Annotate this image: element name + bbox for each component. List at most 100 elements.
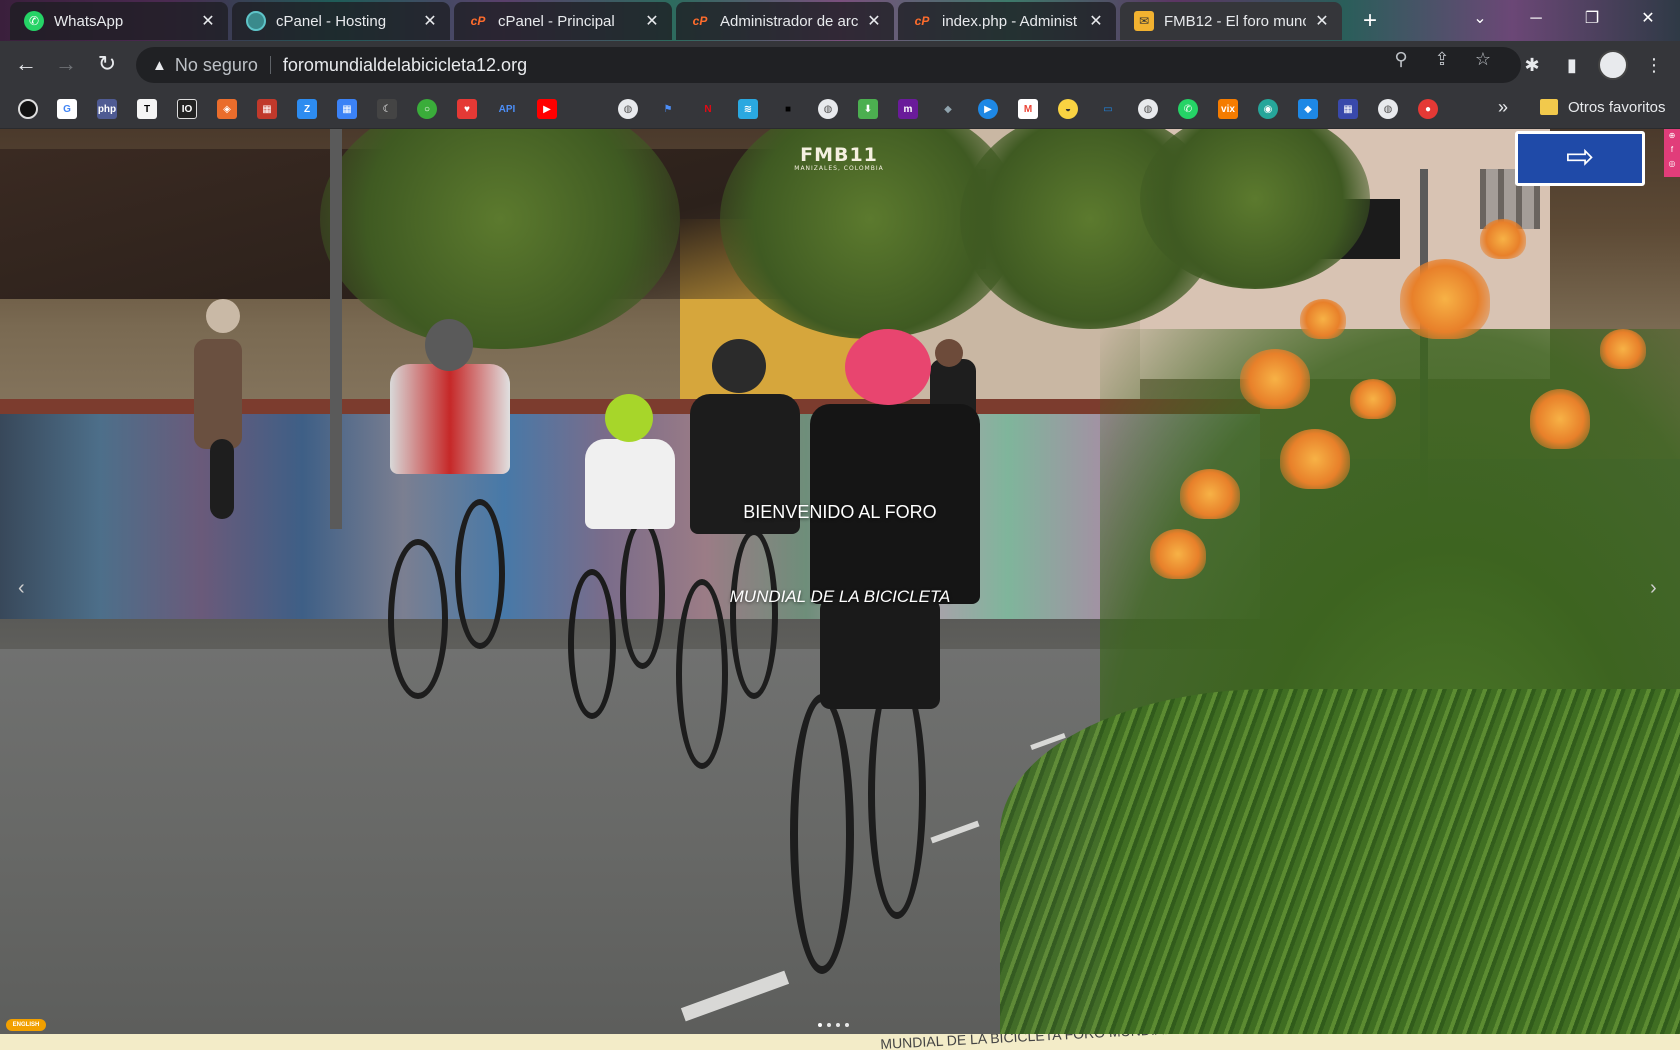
close-icon[interactable]: ✕ (198, 11, 218, 31)
slider-dot[interactable] (845, 1023, 849, 1027)
link-bookmark-icon[interactable] (18, 99, 38, 119)
slider-next-icon[interactable]: › (1650, 577, 1657, 600)
forward-icon[interactable]: → (52, 51, 80, 79)
download-bookmark-icon[interactable]: ⬇ (858, 99, 878, 119)
bookmarks-overflow-button[interactable]: » (1498, 97, 1508, 118)
warning-icon[interactable]: ▲ (152, 57, 167, 74)
minimize-icon[interactable]: ─ (1508, 0, 1564, 40)
yellow-bookmark-icon[interactable]: ◒ (1058, 99, 1078, 119)
tab-cpanel-hosting[interactable]: cPanel - Hosting ✕ (232, 2, 450, 40)
slider-dot[interactable] (827, 1023, 831, 1027)
stop-bookmark-icon[interactable]: ● (1418, 99, 1438, 119)
slider-dot[interactable] (836, 1023, 840, 1027)
gamepad-bookmark-icon[interactable]: ◉ (1258, 99, 1278, 119)
bookmarks-bar: G php T IO ◈ ▦ Z ▦ ☾ ○ ♥ API ▶ ◍ ⚑ N ≋ ■… (0, 89, 1680, 129)
new-tab-button[interactable]: + (1356, 8, 1384, 36)
red-bookmark-icon[interactable]: ▦ (257, 99, 277, 119)
z-bookmark-icon[interactable]: Z (297, 99, 317, 119)
close-icon[interactable]: ✕ (642, 11, 662, 31)
close-icon[interactable]: ✕ (864, 11, 884, 31)
browser-toolbar: ← → ↻ ▲ No seguro foromundialdelabicicle… (0, 41, 1680, 89)
whatsapp-bookmark-icon[interactable]: ✆ (1178, 99, 1198, 119)
pedestrian (210, 439, 234, 519)
url-text[interactable]: foromundialdelabicicleta12.org (283, 55, 527, 76)
share-icon[interactable]: ⇪ (1430, 49, 1454, 70)
globe-bookmark-icon[interactable]: ◍ (1138, 99, 1158, 119)
slider-dot[interactable] (818, 1023, 822, 1027)
restore-icon[interactable]: ❐ (1564, 0, 1620, 40)
flower (1530, 389, 1590, 449)
tab-title: Administrador de arc (720, 12, 858, 30)
cyclist (425, 319, 473, 371)
close-icon[interactable]: ✕ (1312, 11, 1332, 31)
language-button[interactable]: ENGLISH (6, 1019, 46, 1031)
google-bookmark-icon[interactable]: G (57, 99, 77, 119)
black-square-bookmark-icon[interactable]: ■ (778, 99, 798, 119)
netflix-bookmark-icon[interactable]: N (698, 99, 718, 119)
bicycle-wheel (568, 569, 616, 719)
reload-icon[interactable]: ↻ (93, 51, 121, 79)
tab-search-icon[interactable]: ⌄ (1452, 0, 1508, 40)
play-bookmark-icon[interactable]: ▶ (978, 99, 998, 119)
fmb-icon: ✉ (1134, 11, 1154, 31)
green-bookmark-icon[interactable]: ○ (417, 99, 437, 119)
blue-bookmark-icon[interactable]: ≋ (738, 99, 758, 119)
address-bar[interactable]: ▲ No seguro foromundialdelabicicleta12.o… (136, 47, 1521, 83)
extensions-icon[interactable]: ✱ (1518, 51, 1546, 79)
m-bookmark-icon[interactable]: m (898, 99, 918, 119)
api-bookmark-icon[interactable]: API (497, 99, 517, 119)
tab-administrador-archivos[interactable]: cP Administrador de arc ✕ (676, 2, 894, 40)
globe-bookmark-icon[interactable]: ◍ (818, 99, 838, 119)
youtube-bookmark-icon[interactable]: ▶ (537, 99, 557, 119)
tab-fmb12[interactable]: ✉ FMB12 - El foro munc ✕ (1120, 2, 1342, 40)
flower (1180, 469, 1240, 519)
gmail-bookmark-icon[interactable]: M (1018, 99, 1038, 119)
tab-cpanel-principal[interactable]: cP cPanel - Principal ✕ (454, 2, 672, 40)
layers-bookmark-icon[interactable]: ◆ (938, 99, 958, 119)
moon-bookmark-icon[interactable]: ☾ (377, 99, 397, 119)
flag-bookmark-icon[interactable]: ⚑ (658, 99, 678, 119)
cpanel-icon: cP (692, 14, 708, 28)
calendar-bookmark-icon[interactable]: ▦ (1338, 99, 1358, 119)
close-icon[interactable]: ✕ (420, 11, 440, 31)
tab-title: WhatsApp (54, 12, 124, 30)
zoom-icon[interactable]: ⚲ (1389, 49, 1413, 70)
scrollbar[interactable] (1668, 129, 1680, 1034)
logo-subtext: MANIZALES, COLOMBIA (794, 165, 884, 172)
heart-bookmark-icon[interactable]: ♥ (457, 99, 477, 119)
star-icon[interactable]: ☆ (1471, 49, 1495, 70)
close-icon[interactable]: ✕ (1086, 11, 1106, 31)
io-bookmark-icon[interactable]: IO (177, 99, 197, 119)
globe-bookmark-icon[interactable]: ◍ (618, 99, 638, 119)
pedestrian (206, 299, 240, 333)
avatar[interactable] (1598, 50, 1628, 80)
back-icon[interactable]: ← (12, 51, 40, 79)
menu-icon[interactable]: ⋮ (1640, 51, 1668, 79)
folder-icon[interactable] (1540, 99, 1558, 115)
divider (269, 56, 271, 74)
bicycle-wheel (455, 499, 505, 649)
security-label[interactable]: No seguro (175, 55, 258, 76)
tab-index-php[interactable]: cP index.php - Administ ✕ (898, 2, 1116, 40)
site-logo[interactable]: FMB11 MANIZALES, COLOMBIA (794, 145, 884, 173)
cpanel-icon: cP (914, 14, 930, 28)
text-bookmark-icon[interactable]: ▭ (1098, 99, 1118, 119)
diamond-bookmark-icon[interactable]: ◆ (1298, 99, 1318, 119)
vix-bookmark-icon[interactable]: vix (1218, 99, 1238, 119)
php-bookmark-icon[interactable]: php (97, 99, 117, 119)
slider-prev-icon[interactable]: ‹ (18, 577, 25, 600)
close-window-icon[interactable]: ✕ (1620, 0, 1676, 40)
grid-bookmark-icon[interactable]: ▦ (337, 99, 357, 119)
hero-title: BIENVENIDO AL FORO (743, 502, 937, 522)
other-bookmarks-folder[interactable]: Otros favoritos (1568, 99, 1666, 116)
cyclist (605, 394, 653, 442)
flower (1300, 299, 1346, 339)
web-page: ⇨ FMB11 MANIZALES, COLOMBIA BIENVENIDO A… (0, 129, 1680, 1050)
side-panel-icon[interactable]: ▮ (1558, 51, 1586, 79)
orange-bookmark-icon[interactable]: ◈ (217, 99, 237, 119)
bicycle-wheel (790, 694, 854, 974)
t-bookmark-icon[interactable]: T (137, 99, 157, 119)
tab-title: cPanel - Hosting (276, 12, 387, 30)
tab-whatsapp[interactable]: ✆ WhatsApp ✕ (10, 2, 228, 40)
globe-bookmark-icon[interactable]: ◍ (1378, 99, 1398, 119)
